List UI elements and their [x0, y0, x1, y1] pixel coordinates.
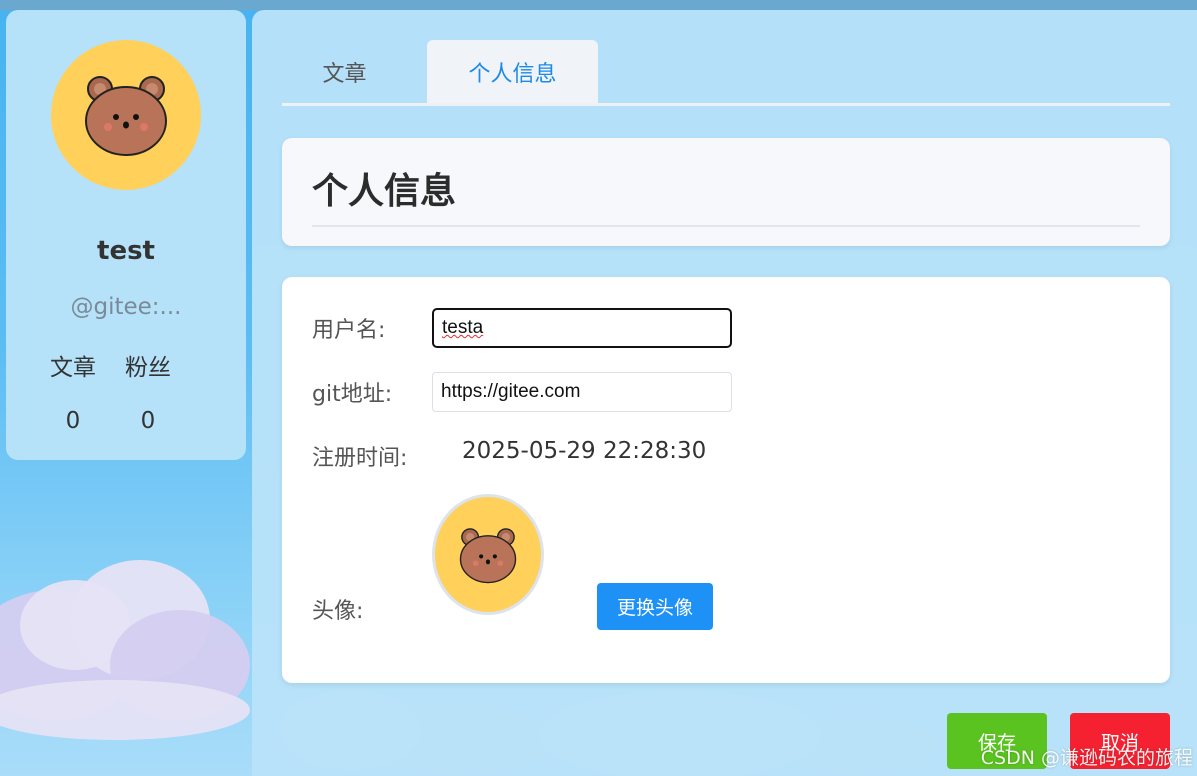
register-time-value: 2025-05-29 22:28:30: [462, 438, 707, 464]
avatar[interactable]: [51, 40, 201, 190]
bear-face-icon: [85, 76, 167, 156]
header-card: 个人信息: [282, 138, 1170, 246]
avatar-preview: [432, 494, 544, 615]
change-avatar-button[interactable]: 更换头像: [597, 583, 713, 630]
main-panel: 文章 个人信息 个人信息 用户名: git地址: 注册时间: 2025-05-2…: [252, 10, 1197, 776]
tab-bar: 文章 个人信息: [282, 40, 1170, 106]
git-url-label: git地址:: [312, 382, 393, 407]
profile-form: 用户名: git地址: 注册时间: 2025-05-29 22:28:30 头像…: [282, 277, 1170, 683]
git-url-input[interactable]: [432, 372, 732, 412]
tab-profile[interactable]: 个人信息: [427, 40, 598, 103]
username: test: [97, 236, 155, 266]
profile-card: test @gitee:... 文章 粉丝 0 0: [6, 10, 246, 460]
tab-articles[interactable]: 文章: [282, 40, 407, 103]
bear-face-icon: [459, 527, 517, 583]
register-time-label: 注册时间:: [312, 446, 408, 471]
username-input[interactable]: [432, 308, 732, 348]
avatar-label: 头像:: [312, 599, 364, 624]
page-title: 个人信息: [312, 171, 457, 212]
stat-value-fans: 0: [140, 408, 156, 434]
gitee-handle[interactable]: @gitee:...: [6, 294, 246, 320]
stat-value-articles: 0: [65, 408, 81, 434]
stat-label-fans[interactable]: 粉丝: [113, 348, 183, 382]
divider: [312, 225, 1140, 227]
username-label: 用户名:: [312, 318, 386, 343]
stat-label-articles[interactable]: 文章: [38, 348, 108, 382]
watermark: CSDN @谦逊码农的旅程: [980, 747, 1193, 769]
